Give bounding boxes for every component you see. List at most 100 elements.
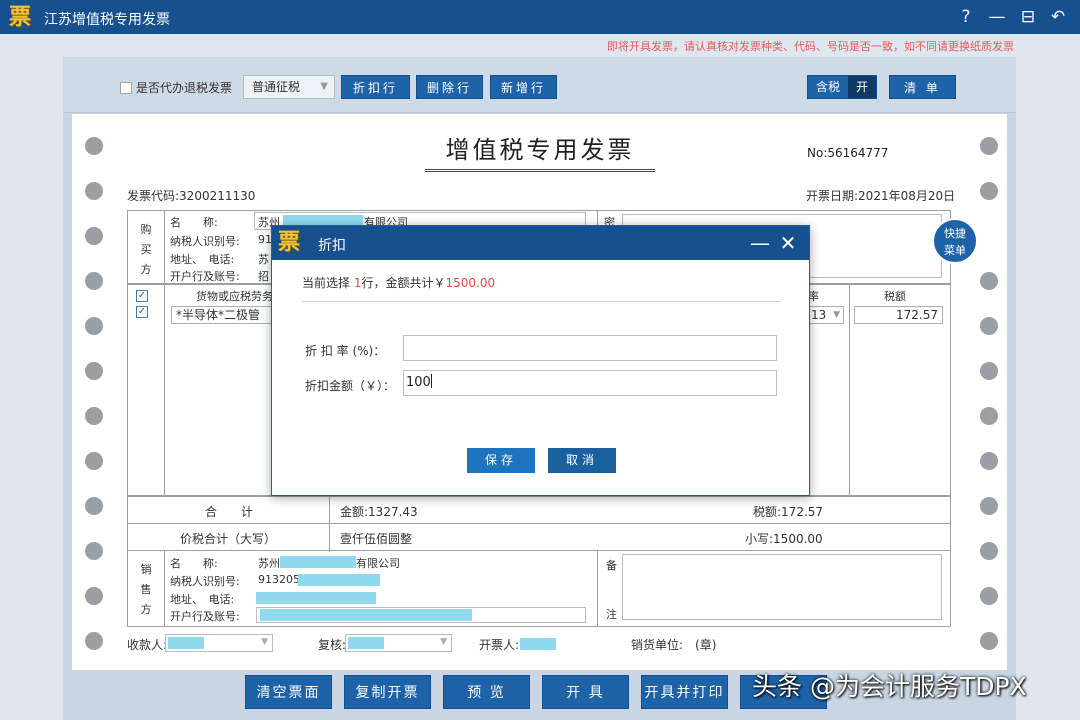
checkbox-icon[interactable]	[120, 82, 132, 94]
remark-label-bottom: 注	[606, 606, 617, 622]
seller-name-prefix: 苏州	[258, 555, 280, 571]
hole-icon	[980, 542, 998, 560]
redaction	[168, 637, 204, 649]
payee-select[interactable]: ▼	[165, 634, 273, 652]
reviewer-label: 复核:	[318, 636, 346, 653]
hole-icon	[980, 182, 998, 200]
redaction	[348, 637, 384, 649]
reviewer-select[interactable]: ▼	[345, 634, 452, 652]
remark-field[interactable]	[622, 554, 942, 620]
issue-button[interactable]: 开 具	[542, 675, 629, 709]
close-icon[interactable]: ✕	[776, 230, 800, 256]
invoice-code: 发票代码:3200211130	[127, 187, 255, 204]
hole-icon	[85, 497, 103, 515]
divider	[164, 550, 165, 627]
hole-icon	[85, 272, 103, 290]
tax-inclusive-state[interactable]: 开	[848, 76, 876, 98]
seller-name-suffix: 有限公司	[356, 555, 400, 571]
hole-icon	[85, 137, 103, 155]
invoice-date: 开票日期:2021年08月20日	[806, 187, 955, 204]
preview-button[interactable]: 预 览	[443, 675, 530, 709]
quick-menu-label-1: 快捷	[934, 225, 976, 242]
hole-icon	[85, 542, 103, 560]
hole-icon	[85, 227, 103, 245]
goods-header: 货物或应税劳务	[196, 288, 273, 304]
buyer-taxid-label: 纳税人识别号:	[170, 233, 240, 249]
seller-taxid-label: 纳税人识别号:	[170, 573, 240, 589]
back-icon[interactable]: ↶	[1047, 5, 1069, 29]
app-logo-icon: 票	[6, 5, 34, 31]
hole-icon	[980, 452, 998, 470]
discount-row-button[interactable]: 折扣行	[341, 75, 410, 99]
tax-inclusive-label: 含税	[808, 76, 848, 98]
dialog-divider	[302, 301, 780, 302]
seller-side-label: 销售方	[139, 560, 153, 620]
hole-icon	[980, 272, 998, 290]
hole-icon	[980, 632, 998, 650]
quick-menu-button[interactable]: 快捷 菜单	[932, 218, 978, 264]
chevron-down-icon: ▼	[440, 637, 447, 647]
tax-header: 税额	[884, 288, 906, 304]
row1-rate-cell[interactable]: 13▼	[806, 306, 844, 324]
minimize-icon[interactable]: —	[986, 5, 1008, 29]
hole-icon	[980, 317, 998, 335]
divider	[164, 210, 165, 284]
hole-icon	[85, 182, 103, 200]
list-button[interactable]: 清 单	[889, 75, 956, 99]
restore-icon[interactable]: ⊟	[1017, 5, 1039, 29]
totals-amount: 金额:1327.43	[340, 503, 418, 520]
totals-tax: 税额:172.57	[753, 503, 823, 520]
title-bar: 票 江苏增值税专用发票 ? — ⊟ ↶	[0, 0, 1080, 34]
clear-invoice-button[interactable]: 清空票面	[245, 675, 332, 709]
cancel-button[interactable]: 取消	[548, 448, 616, 473]
chevron-down-icon: ▼	[261, 637, 268, 647]
selection-summary: 当前选择 1行，金额共计￥1500.00	[302, 274, 495, 291]
discount-rate-label: 折 扣 率 (%)：	[305, 342, 385, 359]
divider	[164, 284, 165, 496]
minimize-icon[interactable]: —	[748, 230, 772, 256]
discount-amount-input[interactable]: 100	[403, 370, 777, 396]
hole-icon	[85, 407, 103, 425]
delete-row-button[interactable]: 删除行	[416, 75, 483, 99]
buyer-bank-prefix: 招	[258, 268, 269, 284]
redaction	[298, 574, 380, 586]
divider	[597, 550, 598, 627]
payee-label: 收款人:	[127, 636, 167, 653]
discount-amount-label: 折扣金额（￥）：	[305, 377, 395, 394]
agent-refund-checkbox[interactable]: 是否代办退税发票	[120, 79, 232, 96]
invoice-number: No:56164777	[807, 146, 888, 160]
discount-dialog: 票 折扣 — ✕ 当前选择 1行，金额共计￥1500.00 折 扣 率 (%)：…	[271, 225, 810, 496]
seller-name-label: 名 称:	[170, 555, 218, 571]
grand-total-label: 价税合计（大写）	[180, 530, 276, 547]
copy-invoice-button[interactable]: 复制开票	[344, 675, 431, 709]
text-cursor	[431, 374, 432, 388]
grand-total-lower: 小写:1500.00	[745, 530, 823, 547]
seller-address-label: 地址、 电话:	[170, 591, 234, 607]
app-logo-icon: 票	[278, 229, 300, 257]
redaction	[260, 609, 472, 621]
hole-icon	[980, 587, 998, 605]
seller-unit-label: 销货单位: (章)	[631, 636, 716, 653]
seller-taxid-prefix: 913205	[258, 573, 300, 586]
tax-inclusive-toggle[interactable]: 含税 开	[807, 75, 877, 99]
buyer-address-prefix: 苏	[258, 251, 269, 267]
add-row-button[interactable]: 新增行	[490, 75, 557, 99]
issuer-label: 开票人:	[479, 636, 519, 653]
row1-tax-cell[interactable]: 172.57	[854, 306, 943, 324]
row1-checkbox[interactable]: ✓	[136, 306, 148, 318]
row1-goods-cell[interactable]: *半导体*二极管	[171, 306, 279, 324]
issue-print-button[interactable]: 开具并打印	[641, 675, 728, 709]
save-button[interactable]: 保存	[467, 448, 535, 473]
app-title: 江苏增值税专用发票	[44, 9, 170, 29]
discount-rate-input[interactable]	[403, 335, 777, 361]
dialog-title: 折扣	[318, 235, 346, 255]
levy-type-select[interactable]: 普通征税 ▼	[243, 75, 335, 99]
chevron-down-icon: ▼	[833, 307, 840, 323]
notice-text: 即将开具发票，请认真核对发票种类、代码、号码是否一致，如不同请更换纸质发票	[607, 38, 1014, 54]
buyer-side-label: 购买方	[139, 220, 153, 280]
help-icon[interactable]: ?	[955, 5, 977, 29]
buyer-name-label: 名 称:	[170, 214, 218, 230]
row-select-all-checkbox[interactable]: ✓	[136, 290, 148, 302]
hole-icon	[85, 587, 103, 605]
buyer-taxid-prefix: 91	[258, 233, 272, 246]
